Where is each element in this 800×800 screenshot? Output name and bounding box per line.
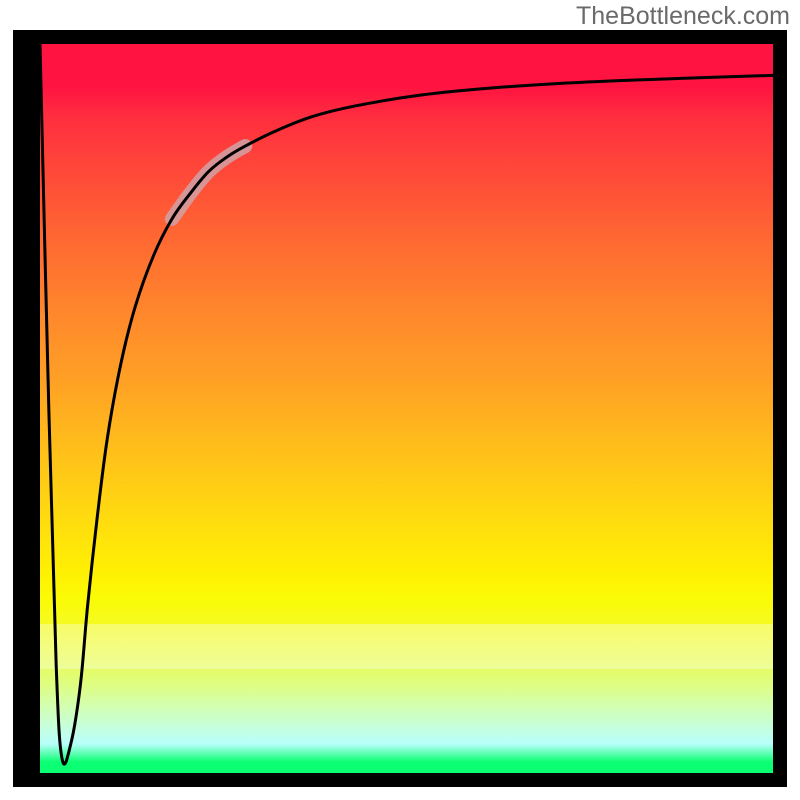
- curve-highlight-segment: [172, 146, 245, 219]
- chart-plot-area: [40, 44, 773, 773]
- watermark-text: TheBottleneck.com: [576, 2, 790, 31]
- chart-outer-frame: [13, 30, 787, 787]
- bottleneck-curve: [40, 44, 773, 764]
- chart-curve-layer: [40, 44, 773, 773]
